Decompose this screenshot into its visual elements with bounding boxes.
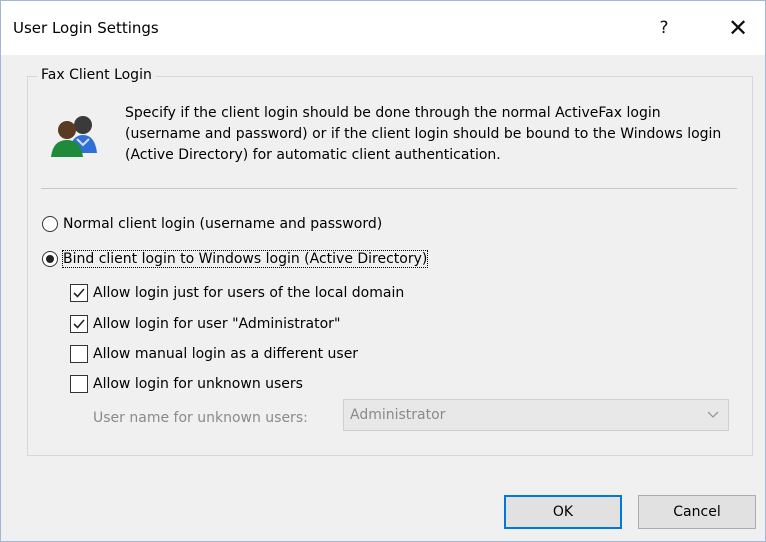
radio-button-unchecked[interactable] <box>42 216 58 232</box>
checkbox-unchecked[interactable] <box>70 375 88 393</box>
close-icon[interactable]: ✕ <box>715 1 761 55</box>
checkbox-unknown-users[interactable]: Allow login for unknown users <box>70 375 303 393</box>
radio-normal-login-label: Normal client login (username and passwo… <box>63 216 383 232</box>
checkbox-local-domain[interactable]: Allow login just for users of the local … <box>70 284 404 302</box>
checkmark-icon <box>73 288 85 298</box>
checkbox-unknown-users-label: Allow login for unknown users <box>93 376 303 392</box>
ok-button[interactable]: OK <box>504 495 622 529</box>
checkbox-local-domain-label: Allow login just for users of the local … <box>93 285 405 301</box>
group-legend: Fax Client Login <box>37 67 156 83</box>
checkbox-manual-login-label: Allow manual login as a different user <box>93 346 359 362</box>
unknown-user-select[interactable]: Administrator <box>343 399 729 431</box>
unknown-user-value: Administrator <box>350 407 446 423</box>
user-login-settings-dialog: User Login Settings ? ✕ Fax Client Login… <box>0 0 766 542</box>
checkbox-manual-login[interactable]: Allow manual login as a different user <box>70 345 358 363</box>
users-icon <box>51 116 97 157</box>
window-title: User Login Settings <box>13 19 159 37</box>
radio-button-checked[interactable] <box>42 251 58 267</box>
checkbox-checked[interactable] <box>70 284 88 302</box>
help-icon[interactable]: ? <box>641 1 687 55</box>
unknown-user-label: User name for unknown users: <box>93 410 308 426</box>
checkbox-checked[interactable] <box>70 315 88 333</box>
radio-normal-login[interactable]: Normal client login (username and passwo… <box>42 216 382 232</box>
divider <box>41 188 737 189</box>
checkbox-administrator-label: Allow login for user "Administrator" <box>93 316 341 332</box>
description-text: Specify if the client login should be do… <box>125 105 722 163</box>
checkmark-icon <box>73 319 85 329</box>
title-bar: User Login Settings ? ✕ <box>1 1 765 55</box>
cancel-button[interactable]: Cancel <box>638 495 756 529</box>
checkbox-unchecked[interactable] <box>70 345 88 363</box>
radio-bind-windows-login-label: Bind client login to Windows login (Acti… <box>61 250 429 268</box>
chevron-down-icon <box>707 411 719 418</box>
radio-bind-windows-login[interactable]: Bind client login to Windows login (Acti… <box>42 250 429 268</box>
checkbox-administrator[interactable]: Allow login for user "Administrator" <box>70 315 340 333</box>
